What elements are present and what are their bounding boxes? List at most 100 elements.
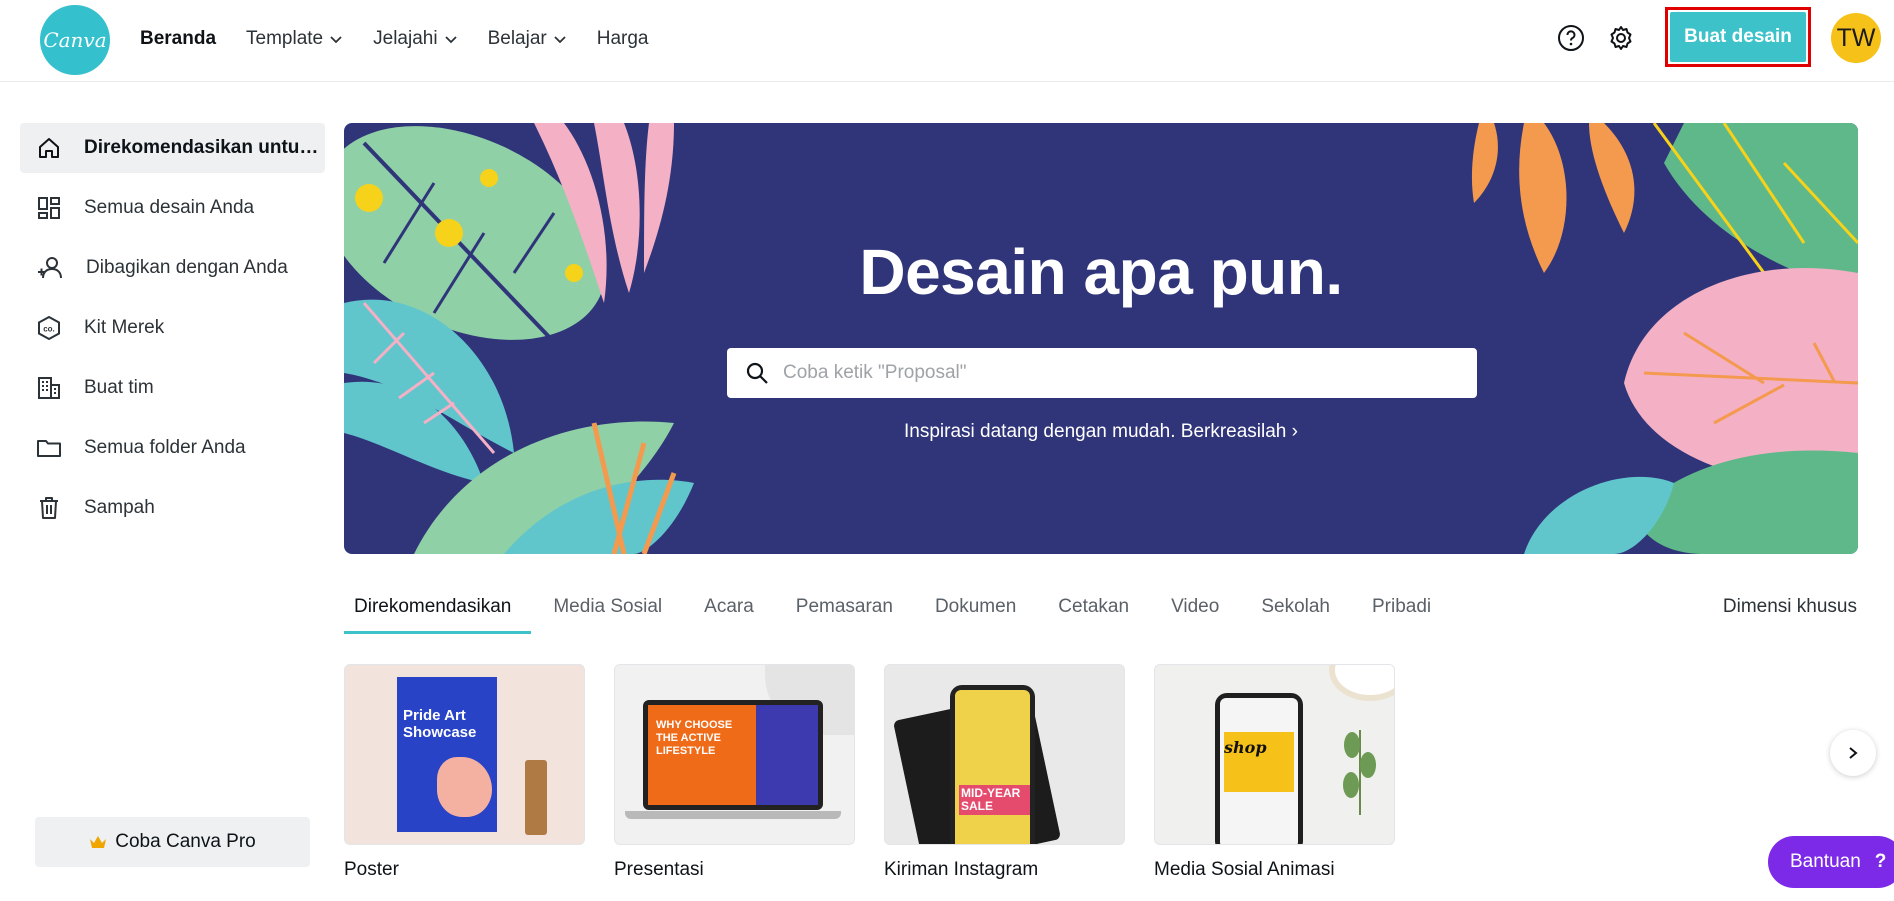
coffee-cup-image xyxy=(1335,665,1394,695)
tab-personal[interactable]: Pribadi xyxy=(1362,590,1451,634)
design-card-instagram-post[interactable]: MID-YEAR SALE Kiriman Instagram xyxy=(884,664,1125,881)
nav-template-label: Template xyxy=(246,27,324,49)
design-card-presentation[interactable]: WHY CHOOSE THE ACTIVE LIFESTYLE Presenta… xyxy=(614,664,855,881)
chevron-right-icon xyxy=(1849,747,1858,759)
phone-mockup: MID-YEAR SALE xyxy=(950,685,1035,844)
card-label: Poster xyxy=(344,859,399,880)
folder-icon xyxy=(37,440,61,457)
create-design-button[interactable]: Buat desain xyxy=(1670,12,1806,62)
tab-print[interactable]: Cetakan xyxy=(1048,590,1149,634)
logo-text: Canva xyxy=(43,28,107,52)
grid-icon xyxy=(38,197,60,219)
sidebar-item-shared[interactable]: Dibagikan dengan Anda xyxy=(20,243,325,293)
trash-icon xyxy=(40,497,58,519)
sidebar-item-all-designs[interactable]: Semua desain Anda xyxy=(20,183,325,233)
chevron-down-icon xyxy=(330,35,342,43)
tab-social-media[interactable]: Media Sosial xyxy=(543,590,682,634)
try-canva-pro-button[interactable]: Coba Canva Pro xyxy=(35,817,310,867)
animated-social-thumbnail[interactable]: shop xyxy=(1154,664,1395,845)
try-canva-pro-label: Coba Canva Pro xyxy=(115,831,256,852)
tab-events[interactable]: Acara xyxy=(694,590,774,634)
main-nav: Beranda Template Jelajahi Belajar Harga xyxy=(140,0,648,77)
sidebar-item-brand-kit[interactable]: co. Kit Merek xyxy=(20,303,325,353)
card-label: Presentasi xyxy=(614,859,704,880)
design-card-poster[interactable]: Pride Art Showcase Poster xyxy=(344,664,585,881)
nav-home[interactable]: Beranda xyxy=(140,28,216,50)
nav-learn[interactable]: Belajar xyxy=(488,28,567,50)
brand-kit-icon: co. xyxy=(38,315,60,341)
sidebar-item-label: Dibagikan dengan Anda xyxy=(86,257,288,278)
top-navbar: Canva Beranda Template Jelajahi Belajar … xyxy=(0,0,1894,82)
tab-recommended[interactable]: Direkomendasikan xyxy=(344,590,532,634)
hero-banner: Desain apa pun. Inspirasi datang dengan … xyxy=(344,123,1858,554)
tab-marketing[interactable]: Pemasaran xyxy=(786,590,913,634)
slide-screen: WHY CHOOSE THE ACTIVE LIFESTYLE xyxy=(648,705,818,805)
sidebar-item-label: Buat tim xyxy=(84,377,154,398)
canva-logo[interactable]: Canva xyxy=(40,5,110,75)
home-icon xyxy=(39,138,59,158)
pencil-cup-image xyxy=(525,760,547,835)
phone-screen: MID-YEAR SALE xyxy=(955,690,1030,844)
sidebar: Direkomendasikan untuk Anda Semua desain… xyxy=(0,82,344,901)
sidebar-item-create-team[interactable]: Buat tim xyxy=(20,363,325,413)
slide-text: WHY CHOOSE THE ACTIVE LIFESTYLE xyxy=(656,719,733,757)
sidebar-item-label: Sampah xyxy=(84,497,155,518)
inspiration-link[interactable]: Inspirasi datang dengan mudah. Berkreasi… xyxy=(344,421,1858,443)
sidebar-item-label: Semua folder Anda xyxy=(84,437,246,458)
search-input[interactable] xyxy=(783,362,1443,384)
help-button[interactable] xyxy=(1554,21,1588,55)
poster-title: Pride Art Showcase xyxy=(403,707,476,741)
chevron-down-icon xyxy=(444,35,457,43)
tab-documents[interactable]: Dokumen xyxy=(925,590,1036,634)
phone-mockup: shop xyxy=(1215,693,1303,844)
tab-video[interactable]: Video xyxy=(1161,590,1239,634)
poster-mockup: Pride Art Showcase xyxy=(397,677,497,832)
crown-icon xyxy=(90,836,107,848)
custom-dimensions-link[interactable]: Dimensi khusus xyxy=(1723,596,1857,618)
sidebar-item-label: Direkomendasikan untuk Anda xyxy=(84,137,324,158)
instagram-thumbnail[interactable]: MID-YEAR SALE xyxy=(884,664,1125,845)
poster-thumbnail[interactable]: Pride Art Showcase xyxy=(344,664,585,845)
sidebar-item-trash[interactable]: Sampah xyxy=(20,483,325,533)
plant-image xyxy=(1340,725,1380,815)
chevron-down-icon xyxy=(554,35,566,43)
help-chat-button[interactable]: Bantuan ? xyxy=(1768,836,1894,888)
building-icon xyxy=(38,377,60,399)
card-label: Media Sosial Animasi xyxy=(1154,859,1335,880)
poster-title-line-1: Pride Art xyxy=(403,707,466,724)
poster-shape xyxy=(437,757,492,817)
hero-title: Desain apa pun. xyxy=(859,236,1343,308)
sidebar-item-folders[interactable]: Semua folder Anda xyxy=(20,423,325,473)
settings-button[interactable] xyxy=(1604,21,1638,55)
design-card-animated-social[interactable]: shop Media Sosial Animasi xyxy=(1154,664,1395,881)
nav-explore[interactable]: Jelajahi xyxy=(373,28,457,50)
help-icon xyxy=(1558,25,1584,51)
laptop-base xyxy=(625,811,841,819)
nav-template[interactable]: Template xyxy=(246,28,343,50)
carousel-next-button[interactable] xyxy=(1830,730,1876,776)
nav-home-label: Beranda xyxy=(140,27,217,49)
svg-text:co.: co. xyxy=(43,325,55,334)
poster-title-line-2: Showcase xyxy=(403,724,477,741)
search-icon xyxy=(746,362,768,384)
tropical-leaves-illustration xyxy=(344,123,1858,554)
sidebar-item-recommended[interactable]: Direkomendasikan untuk Anda xyxy=(20,123,325,173)
laptop-mockup: WHY CHOOSE THE ACTIVE LIFESTYLE xyxy=(643,700,823,810)
nav-explore-label: Jelajahi xyxy=(373,27,438,49)
slide-photo xyxy=(756,705,818,805)
share-people-icon xyxy=(38,257,62,279)
card-label: Kiriman Instagram xyxy=(884,859,1039,880)
avatar[interactable]: TW xyxy=(1831,13,1881,63)
shop-text: shop xyxy=(1224,738,1267,757)
help-chat-label: Bantuan xyxy=(1790,851,1861,872)
category-tabs: Direkomendasikan Media Sosial Acara Pema… xyxy=(344,590,1463,634)
nav-pricing[interactable]: Harga xyxy=(597,28,649,50)
sidebar-item-label: Kit Merek xyxy=(84,317,165,338)
nav-pricing-label: Harga xyxy=(596,27,649,49)
presentation-thumbnail[interactable]: WHY CHOOSE THE ACTIVE LIFESTYLE xyxy=(614,664,855,845)
tab-school[interactable]: Sekolah xyxy=(1251,590,1350,634)
sale-text: MID-YEAR SALE xyxy=(959,785,1030,815)
search-bar[interactable] xyxy=(727,348,1477,398)
nav-learn-label: Belajar xyxy=(487,27,547,49)
sidebar-item-label: Semua desain Anda xyxy=(84,197,255,218)
